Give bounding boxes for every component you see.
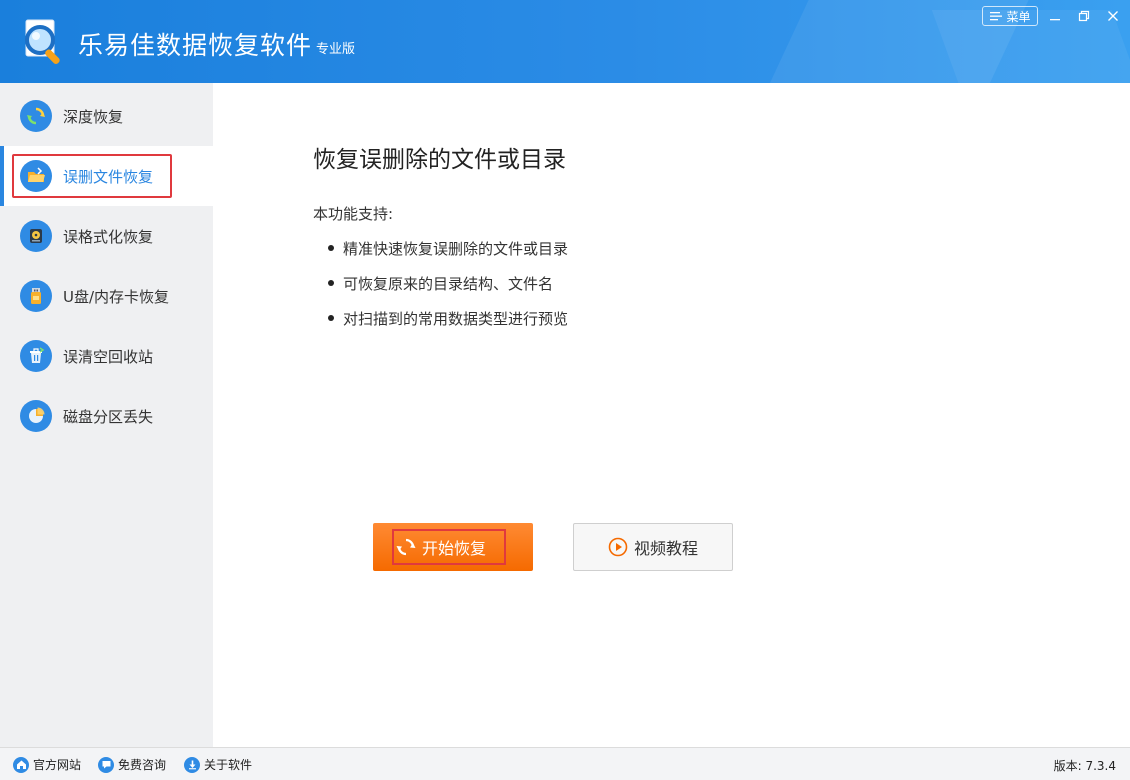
- sidebar-item-recycle-bin[interactable]: 误清空回收站: [0, 326, 213, 386]
- bullet-icon: [328, 314, 334, 321]
- sidebar-item-format-recovery[interactable]: 误格式化恢复: [0, 206, 213, 266]
- pie-partition-icon: [20, 400, 52, 432]
- sidebar-item-label: 误删文件恢复: [63, 167, 154, 186]
- sidebar-item-label: 误格式化恢复: [63, 227, 154, 246]
- sidebar-item-usb-card-recovery[interactable]: U盘/内存卡恢复: [0, 266, 213, 326]
- feature-item: 可恢复原来的目录结构、文件名: [328, 273, 553, 294]
- sidebar-item-deep-recovery[interactable]: 深度恢复: [0, 86, 213, 146]
- sidebar-item-deleted-files[interactable]: 误删文件恢复: [0, 146, 213, 206]
- video-tutorial-button[interactable]: 视频教程: [573, 523, 733, 571]
- home-icon: [13, 756, 29, 773]
- restore-button[interactable]: [1074, 6, 1094, 26]
- free-consult-link[interactable]: 免费咨询: [98, 756, 166, 773]
- video-tutorial-label: 视频教程: [633, 539, 698, 558]
- sidebar-item-label: U盘/内存卡恢复: [63, 287, 170, 306]
- sidebar-item-label: 深度恢复: [63, 107, 124, 126]
- close-button[interactable]: [1103, 6, 1123, 26]
- recycle-bin-icon: [20, 340, 52, 372]
- info-arrow-icon: [184, 756, 200, 773]
- app-edition: 专业版: [316, 42, 356, 57]
- sidebar-item-label: 误清空回收站: [63, 347, 154, 366]
- version-label: 版本: 7.3.4: [1053, 759, 1116, 773]
- disk-icon: [20, 220, 52, 252]
- sidebar: 深度恢复 误删文件恢复 误格式化恢复 U盘/内存卡恢复 误清空回收站 磁盘分区丢…: [0, 83, 213, 747]
- feature-item: 精准快速恢复误删除的文件或目录: [328, 238, 568, 259]
- menu-label: 菜单: [1006, 9, 1031, 24]
- start-recovery-label: 开始恢复: [421, 539, 486, 558]
- restore-icon: [1078, 10, 1090, 22]
- feature-item: 对扫描到的常用数据类型进行预览: [328, 308, 568, 329]
- close-icon: [1108, 11, 1118, 21]
- app-logo-icon: [18, 16, 68, 68]
- menu-lines-icon: [990, 12, 1003, 21]
- start-recovery-button[interactable]: 开始恢复: [373, 523, 533, 571]
- minimize-icon: [1050, 19, 1060, 21]
- chat-icon: [98, 756, 114, 773]
- bullet-icon: [328, 244, 334, 251]
- app-title: 乐易佳数据恢复软件: [78, 31, 313, 60]
- sidebar-item-label: 磁盘分区丢失: [63, 407, 154, 426]
- active-indicator: [0, 146, 4, 206]
- support-label: 本功能支持:: [313, 205, 394, 223]
- official-site-link[interactable]: 官方网站: [13, 756, 81, 773]
- bullet-icon: [328, 279, 334, 286]
- refresh-icon: [20, 100, 52, 132]
- page-title: 恢复误删除的文件或目录: [313, 147, 566, 173]
- minimize-button[interactable]: [1045, 6, 1065, 26]
- menu-button[interactable]: 菜单: [982, 6, 1038, 26]
- play-icon: [608, 537, 628, 557]
- about-software-link[interactable]: 关于软件: [184, 756, 252, 773]
- sidebar-item-partition-lost[interactable]: 磁盘分区丢失: [0, 386, 213, 446]
- refresh-icon: [396, 538, 416, 556]
- status-bar: 官方网站 免费咨询 关于软件 版本: 7.3.4: [0, 747, 1130, 780]
- folder-open-icon: [20, 160, 52, 192]
- title-bar: 乐易佳数据恢复软件 专业版 菜单: [0, 0, 1130, 83]
- usb-drive-icon: [20, 280, 52, 312]
